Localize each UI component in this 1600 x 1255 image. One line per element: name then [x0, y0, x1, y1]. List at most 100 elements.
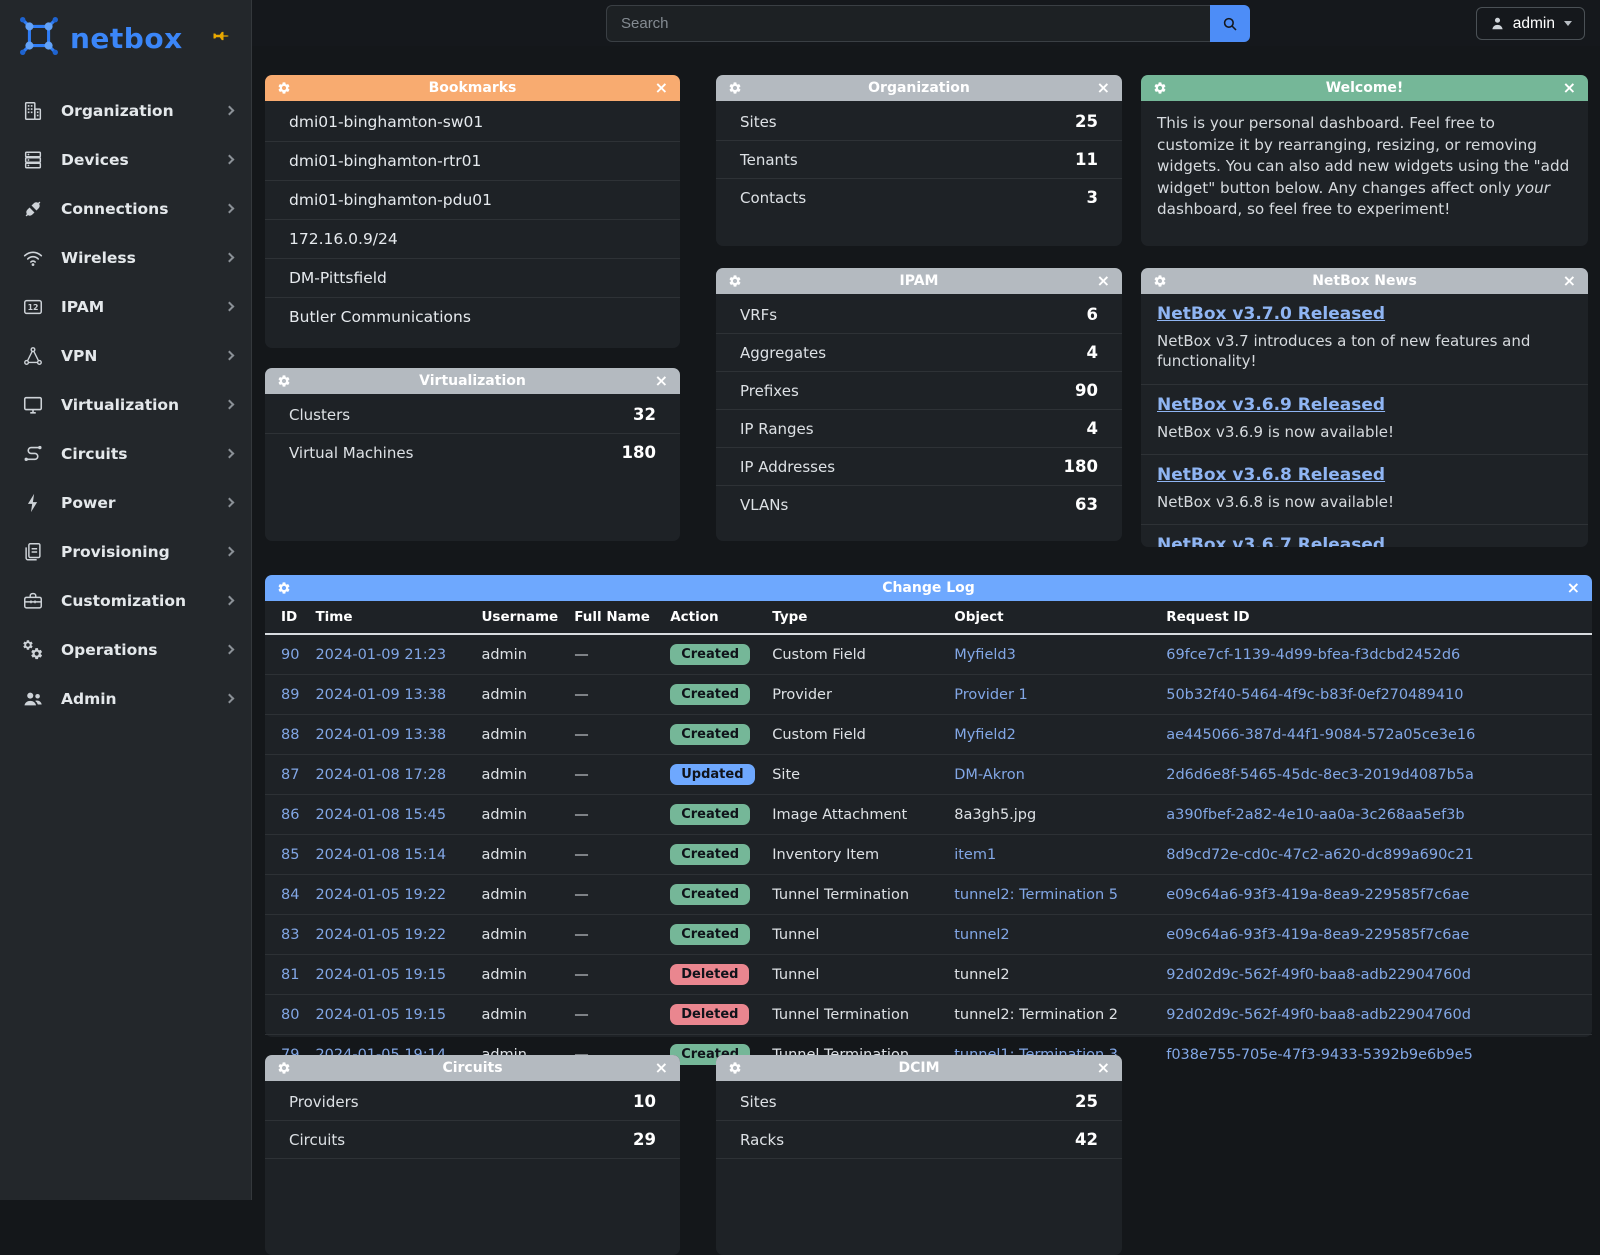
close-icon[interactable]: ×: [1097, 270, 1110, 292]
change-time-link[interactable]: 2024-01-09 13:38: [315, 687, 446, 703]
user-menu-button[interactable]: admin: [1476, 7, 1585, 40]
sidebar-item-devices[interactable]: Devices: [0, 135, 251, 184]
sidebar-item-connections[interactable]: Connections: [0, 184, 251, 233]
sidebar-item-power[interactable]: Power: [0, 478, 251, 527]
request-id-link[interactable]: 69fce7cf-1139-4d99-bfea-f3dcbd2452d6: [1166, 647, 1460, 663]
col-header-username[interactable]: Username: [473, 601, 566, 634]
sidebar-item-vpn[interactable]: VPN: [0, 331, 251, 380]
request-id-link[interactable]: 92d02d9c-562f-49f0-baa8-adb22904760d: [1166, 967, 1471, 983]
change-time-link[interactable]: 2024-01-05 19:15: [315, 1007, 446, 1023]
change-id-link[interactable]: 89: [281, 687, 299, 703]
change-object[interactable]: Myfield2: [954, 727, 1016, 743]
change-object[interactable]: 8a3gh5.jpg: [954, 807, 1036, 823]
close-icon[interactable]: ×: [1563, 270, 1576, 292]
sidebar-item-provisioning[interactable]: Provisioning: [0, 527, 251, 576]
news-link[interactable]: NetBox v3.6.9 Released: [1157, 395, 1385, 415]
change-object[interactable]: item1: [954, 847, 996, 863]
close-icon[interactable]: ×: [655, 370, 668, 392]
change-id-link[interactable]: 90: [281, 647, 299, 663]
bookmark-item[interactable]: 172.16.0.9/24: [265, 219, 680, 258]
request-id-link[interactable]: 50b32f40-5464-4f9c-b83f-0ef270489410: [1166, 687, 1463, 703]
change-id-link[interactable]: 81: [281, 967, 299, 983]
close-icon[interactable]: ×: [1567, 577, 1580, 599]
request-id-link[interactable]: 8d9cd72e-cd0c-47c2-a620-dc899a690c21: [1166, 847, 1474, 863]
change-id-link[interactable]: 86: [281, 807, 299, 823]
change-time-link[interactable]: 2024-01-08 17:28: [315, 767, 446, 783]
stat-row[interactable]: Virtual Machines 180: [265, 433, 680, 471]
change-object[interactable]: Provider 1: [954, 687, 1028, 703]
close-icon[interactable]: ×: [655, 1057, 668, 1079]
change-time-link[interactable]: 2024-01-09 13:38: [315, 727, 446, 743]
request-id-link[interactable]: a390fbef-2a82-4e10-aa0a-3c268aa5ef3b: [1166, 807, 1464, 823]
stat-row[interactable]: VLANs 63: [716, 485, 1122, 523]
change-id-link[interactable]: 87: [281, 767, 299, 783]
change-id-link[interactable]: 83: [281, 927, 299, 943]
sidebar-item-admin[interactable]: Admin: [0, 674, 251, 723]
col-header-time[interactable]: Time: [307, 601, 473, 634]
stat-row[interactable]: Tenants 11: [716, 140, 1122, 178]
sidebar-item-circuits[interactable]: Circuits: [0, 429, 251, 478]
stat-row[interactable]: IP Ranges 4: [716, 409, 1122, 447]
sidebar-item-organization[interactable]: Organization: [0, 86, 251, 135]
close-icon[interactable]: ×: [1097, 77, 1110, 99]
request-id-link[interactable]: ae445066-387d-44f1-9084-572a05ce3e16: [1166, 727, 1475, 743]
stat-row[interactable]: VRFs 6: [716, 296, 1122, 333]
gear-icon[interactable]: [277, 81, 291, 95]
request-id-link[interactable]: e09c64a6-93f3-419a-8ea9-229585f7c6ae: [1166, 887, 1469, 903]
col-header-id[interactable]: ID: [265, 601, 307, 634]
change-object[interactable]: tunnel2: [954, 967, 1009, 983]
bookmark-item[interactable]: dmi01-binghamton-pdu01: [265, 180, 680, 219]
request-id-link[interactable]: 92d02d9c-562f-49f0-baa8-adb22904760d: [1166, 1007, 1471, 1023]
gear-icon[interactable]: [728, 1061, 742, 1075]
gear-icon[interactable]: [1153, 274, 1167, 288]
bookmark-item[interactable]: Butler Communications: [265, 297, 680, 336]
col-header-fullname[interactable]: Full Name: [566, 601, 662, 634]
stat-row[interactable]: Racks 42: [716, 1121, 1122, 1159]
brand-name[interactable]: netbox: [70, 22, 183, 55]
sidebar-item-ipam[interactable]: 12 IPAM: [0, 282, 251, 331]
close-icon[interactable]: ×: [655, 77, 668, 99]
bookmark-item[interactable]: dmi01-binghamton-rtr01: [265, 141, 680, 180]
change-object[interactable]: tunnel2: [954, 927, 1009, 943]
stat-row[interactable]: Circuits 29: [265, 1121, 680, 1159]
news-link[interactable]: NetBox v3.6.7 Released: [1157, 535, 1385, 547]
stat-row[interactable]: Clusters 32: [265, 396, 680, 433]
change-time-link[interactable]: 2024-01-05 19:22: [315, 887, 446, 903]
change-time-link[interactable]: 2024-01-05 19:22: [315, 927, 446, 943]
change-id-link[interactable]: 85: [281, 847, 299, 863]
news-link[interactable]: NetBox v3.7.0 Released: [1157, 304, 1385, 324]
search-input[interactable]: [606, 5, 1210, 42]
gear-icon[interactable]: [1153, 81, 1167, 95]
gear-icon[interactable]: [277, 374, 291, 388]
request-id-link[interactable]: 2d6d6e8f-5465-45dc-8ec3-2019d4087b5a: [1166, 767, 1474, 783]
close-icon[interactable]: ×: [1563, 77, 1576, 99]
netbox-logo-icon[interactable]: [16, 13, 62, 63]
sidebar-item-virtualization[interactable]: Virtualization: [0, 380, 251, 429]
change-object[interactable]: DM-Akron: [954, 767, 1025, 783]
change-time-link[interactable]: 2024-01-05 19:15: [315, 967, 446, 983]
bookmark-item[interactable]: dmi01-binghamton-sw01: [265, 103, 680, 141]
stat-row[interactable]: Contacts 3: [716, 178, 1122, 216]
sidebar-item-customization[interactable]: Customization: [0, 576, 251, 625]
search-button[interactable]: [1210, 5, 1250, 42]
sidebar-item-wireless[interactable]: Wireless: [0, 233, 251, 282]
news-link[interactable]: NetBox v3.6.8 Released: [1157, 465, 1385, 485]
col-header-object[interactable]: Object: [946, 601, 1158, 634]
gear-icon[interactable]: [728, 81, 742, 95]
stat-row[interactable]: Prefixes 90: [716, 371, 1122, 409]
pin-icon[interactable]: [211, 26, 231, 50]
change-object[interactable]: tunnel2: Termination 2: [954, 1007, 1118, 1023]
bookmark-item[interactable]: DM-Pittsfield: [265, 258, 680, 297]
stat-row[interactable]: Aggregates 4: [716, 333, 1122, 371]
request-id-link[interactable]: e09c64a6-93f3-419a-8ea9-229585f7c6ae: [1166, 927, 1469, 943]
sidebar-item-operations[interactable]: Operations: [0, 625, 251, 674]
change-time-link[interactable]: 2024-01-09 21:23: [315, 647, 446, 663]
change-id-link[interactable]: 84: [281, 887, 299, 903]
col-header-action[interactable]: Action: [662, 601, 764, 634]
change-object[interactable]: Myfield3: [954, 647, 1016, 663]
gear-icon[interactable]: [728, 274, 742, 288]
stat-row[interactable]: Sites 25: [716, 1083, 1122, 1121]
gear-icon[interactable]: [277, 1061, 291, 1075]
stat-row[interactable]: Providers 10: [265, 1083, 680, 1121]
change-time-link[interactable]: 2024-01-08 15:14: [315, 847, 446, 863]
